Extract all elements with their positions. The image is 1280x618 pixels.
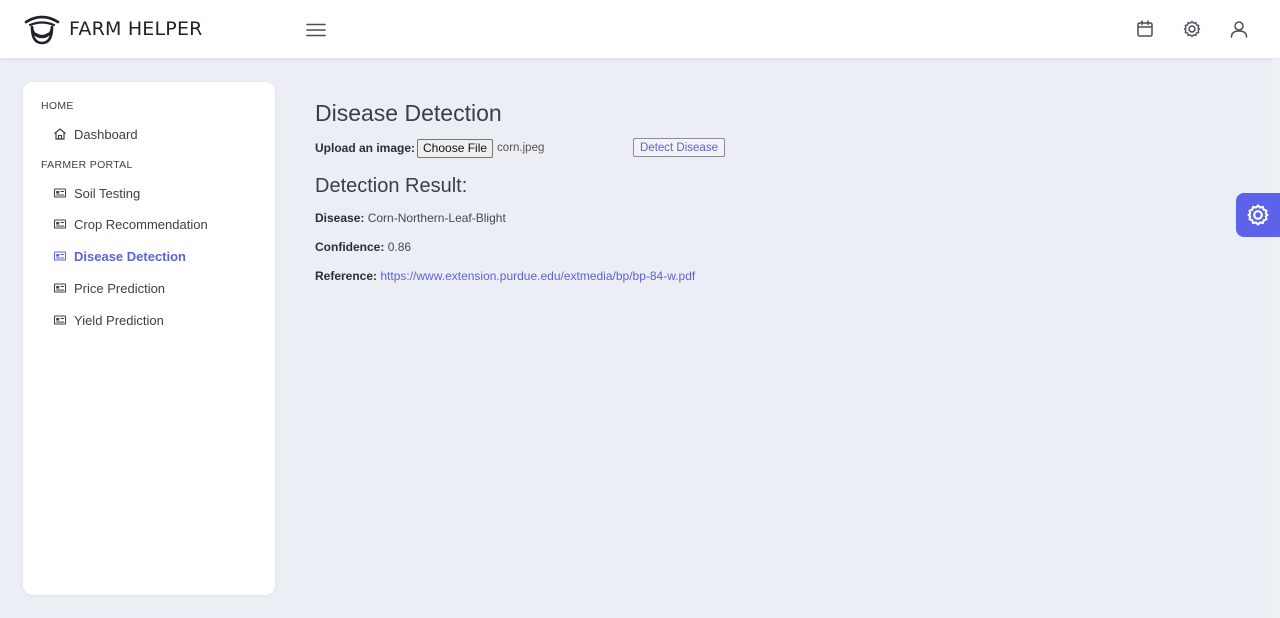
id-card-icon <box>53 188 67 198</box>
upload-row: Upload an image: Choose File corn.jpeg <box>315 138 544 158</box>
result-title: Detection Result: <box>315 175 468 197</box>
sidebar-section-farmer-portal: FARMER PORTAL <box>41 159 133 171</box>
user-icon[interactable] <box>1228 18 1250 40</box>
floating-settings-button[interactable] <box>1236 193 1280 237</box>
page-title: Disease Detection <box>315 100 502 126</box>
brand-name: FARM HELPER <box>69 18 203 40</box>
result-disease: Disease: Corn-Northern-Leaf-Blight <box>315 211 506 225</box>
brand[interactable]: FARM HELPER <box>24 13 203 45</box>
reference-link[interactable]: https://www.extension.purdue.edu/extmedi… <box>380 269 695 283</box>
id-card-icon <box>53 315 67 325</box>
upload-label: Upload an image: <box>315 141 416 155</box>
sidebar-item-label: Crop Recommendation <box>74 216 208 232</box>
menu-icon[interactable] <box>305 19 327 41</box>
farm-logo-icon <box>24 15 60 45</box>
sidebar-item-dashboard[interactable]: Dashboard <box>53 124 138 144</box>
sidebar-item-label: Disease Detection <box>74 248 186 264</box>
confidence-label: Confidence: <box>315 240 385 254</box>
scrollbar-track <box>1272 59 1280 618</box>
calendar-icon[interactable] <box>1134 18 1156 40</box>
id-card-icon <box>53 219 67 229</box>
sidebar-item-crop-recommendation[interactable]: Crop Recommendation <box>53 214 208 234</box>
reference-label: Reference: <box>315 269 378 283</box>
home-icon <box>54 128 66 140</box>
id-card-icon <box>53 283 67 293</box>
gear-icon[interactable] <box>1181 18 1203 40</box>
sidebar-item-label: Soil Testing <box>74 185 141 201</box>
sidebar-item-yield-prediction[interactable]: Yield Prediction <box>53 310 164 330</box>
sidebar-section-home: HOME <box>41 100 74 112</box>
confidence-value: 0.86 <box>387 240 412 254</box>
sidebar-item-soil-testing[interactable]: Soil Testing <box>53 183 140 203</box>
selected-file-name: corn.jpeg <box>497 142 545 154</box>
sidebar-item-price-prediction[interactable]: Price Prediction <box>53 278 165 298</box>
sidebar: HOME Dashboard FARMER PORTAL Soil Testin… <box>23 82 275 595</box>
disease-value: Corn-Northern-Leaf-Blight <box>367 211 506 225</box>
sidebar-item-disease-detection[interactable]: Disease Detection <box>53 246 186 266</box>
top-bar: FARM HELPER <box>0 0 1280 59</box>
id-card-icon <box>53 251 67 261</box>
result-reference: Reference: https://www.extension.purdue.… <box>315 269 695 283</box>
disease-label: Disease: <box>315 211 365 225</box>
result-confidence: Confidence: 0.86 <box>315 240 411 254</box>
sidebar-item-label: Dashboard <box>74 126 138 142</box>
gear-icon <box>1247 204 1269 226</box>
sidebar-item-label: Price Prediction <box>74 280 166 296</box>
sidebar-item-label: Yield Prediction <box>74 312 164 328</box>
choose-file-button[interactable]: Choose File <box>417 138 494 158</box>
detect-disease-button[interactable]: Detect Disease <box>633 138 725 157</box>
